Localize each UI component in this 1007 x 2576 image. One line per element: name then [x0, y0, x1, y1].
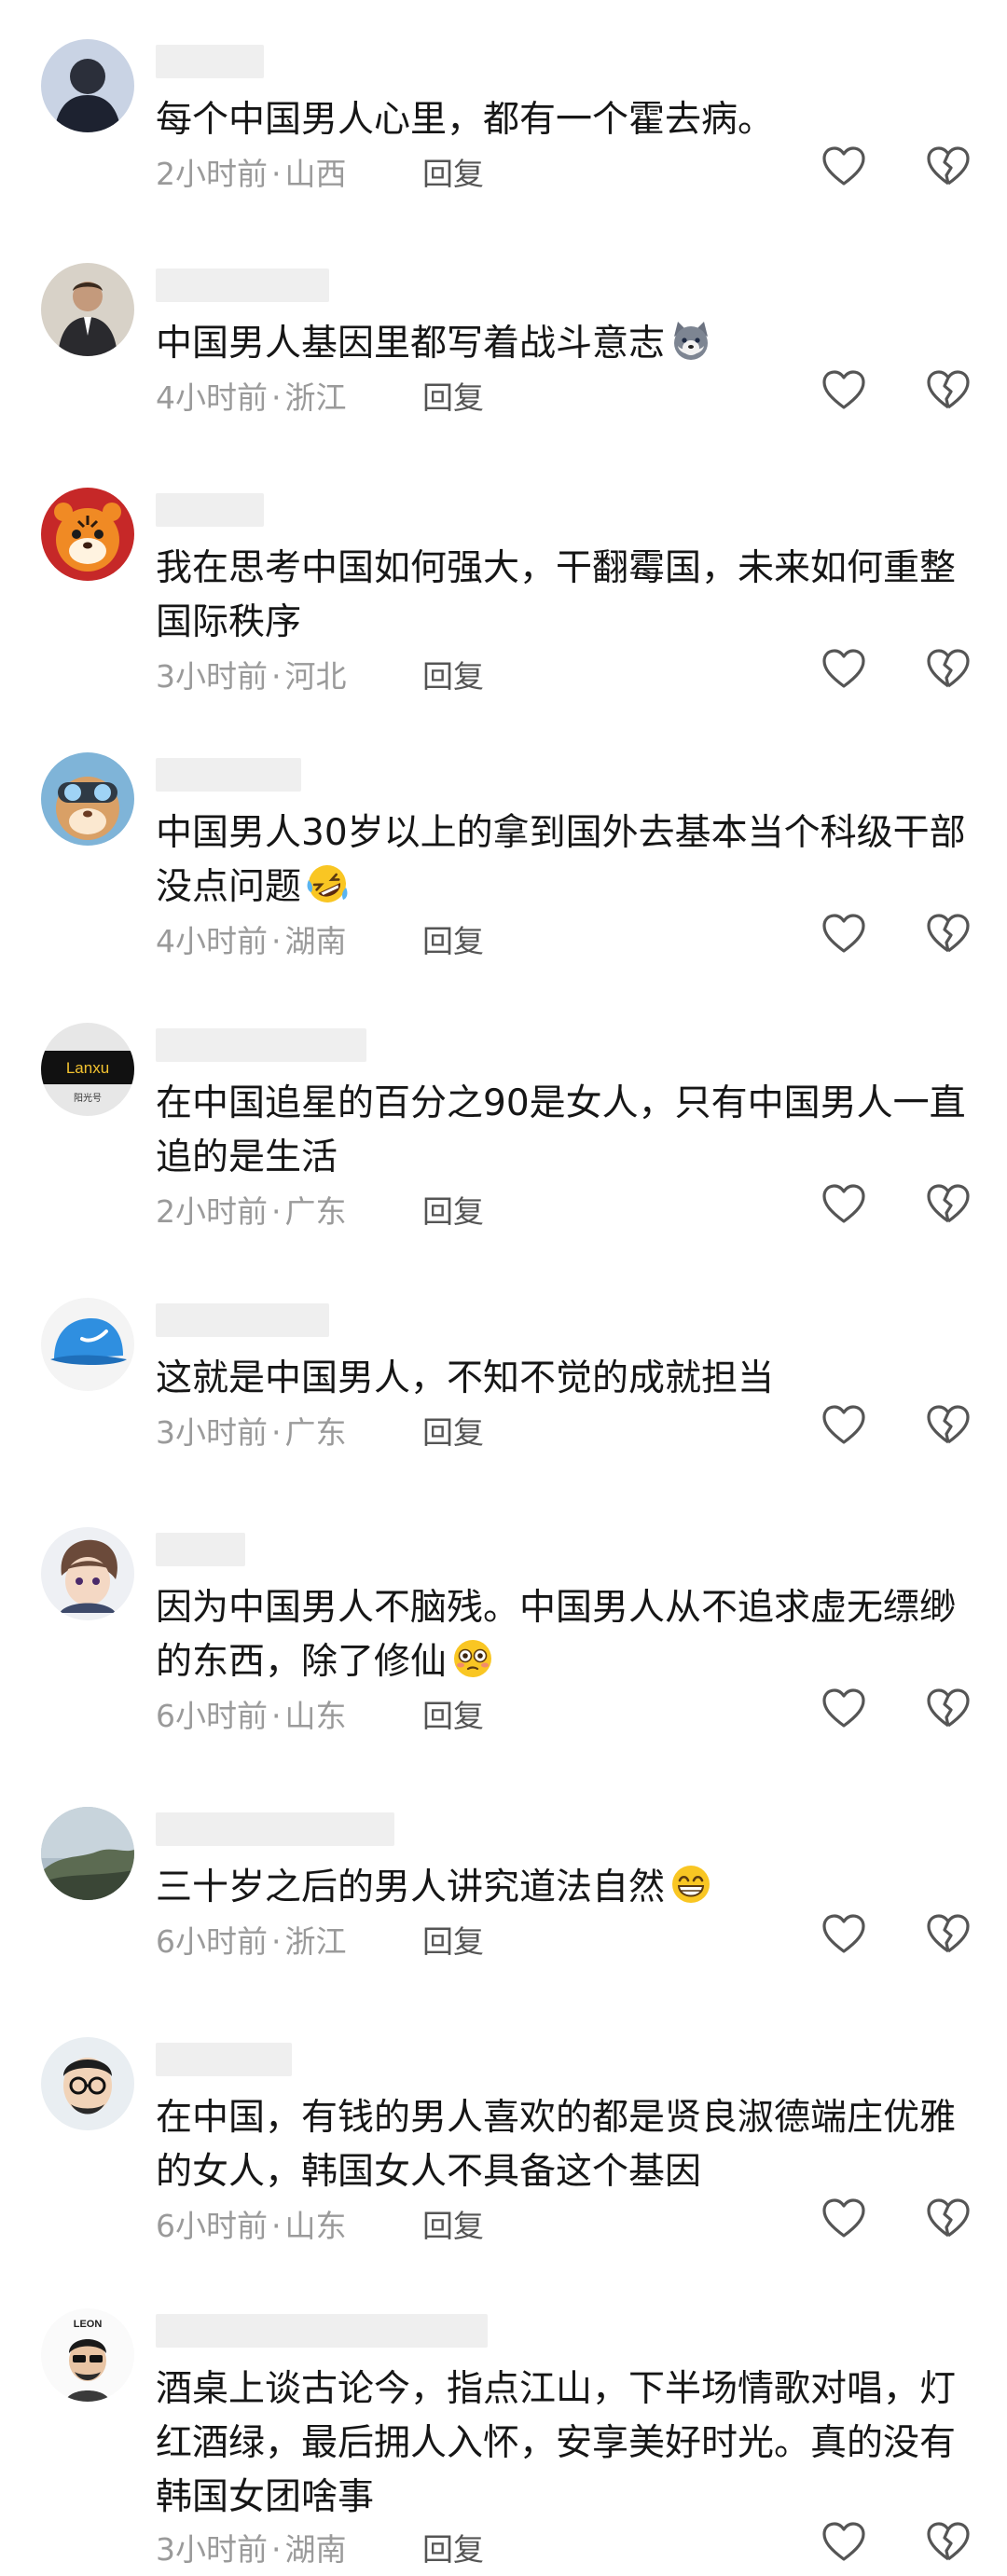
comment-time-location: 2小时前 · 山西 [156, 156, 347, 192]
avatar-tiger-mascot-icon [41, 488, 134, 581]
comment-time-location: 6小时前 · 浙江 [156, 1923, 347, 1960]
comment-time-location: 3小时前 · 河北 [156, 658, 347, 695]
comment-text: 三十岁之后的男人讲究道法自然 [156, 1861, 976, 1915]
grin-emoji-icon [669, 1862, 713, 1907]
svg-text:阳光号: 阳光号 [74, 1092, 102, 1104]
broken-heart-icon[interactable] [925, 1402, 972, 1449]
comment-time-location: 2小时前 · 广东 [156, 1193, 347, 1230]
avatar-lanxu-logo-icon: Lanxu 阳光号 [41, 1023, 134, 1116]
username-redacted [156, 758, 301, 792]
svg-text:Lanxu: Lanxu [66, 1059, 109, 1077]
comment-meta: 3小时前 · 广东 回复 [156, 1402, 976, 1451]
username-redacted [156, 2314, 488, 2348]
avatar[interactable] [41, 2037, 134, 2130]
reply-button[interactable]: 回复 [422, 1691, 484, 1736]
heart-icon[interactable] [821, 1181, 867, 1228]
avatar[interactable]: Lanxu 阳光号 [41, 1023, 134, 1116]
comment-text: 每个中国男人心里，都有一个霍去病。 [156, 99, 775, 141]
broken-heart-icon[interactable] [925, 1911, 972, 1958]
heart-icon[interactable] [821, 367, 867, 414]
avatar[interactable] [41, 1298, 134, 1391]
comment-time-location: 6小时前 · 山东 [156, 2208, 347, 2244]
avatar-misty-mountain-icon [41, 1807, 134, 1900]
reply-button[interactable]: 回复 [422, 652, 484, 696]
heart-icon[interactable] [821, 144, 867, 190]
comment-text: 这就是中国男人，不知不觉的成就担当 [156, 1357, 775, 1399]
username-redacted [156, 1303, 329, 1337]
reply-button[interactable]: 回复 [422, 1187, 484, 1232]
heart-icon[interactable] [821, 2196, 867, 2242]
reply-button[interactable]: 回复 [422, 2525, 484, 2569]
broken-heart-icon[interactable] [925, 646, 972, 693]
avatar[interactable] [41, 1527, 134, 1620]
comment-text: 酒桌上谈古论今，指点江山，下半场情歌对唱，灯红酒绿，最后拥人入怀，安享美好时光。… [156, 2368, 957, 2518]
broken-heart-icon[interactable] [925, 911, 972, 957]
avatar-dark-figure-icon [41, 39, 134, 132]
comment-meta: 4小时前 · 湖南 回复 [156, 911, 976, 959]
comment-time-location: 6小时前 · 山东 [156, 1698, 347, 1734]
avatar[interactable] [41, 488, 134, 581]
avatar-anime-character-icon [41, 1527, 134, 1620]
husky-emoji-icon [669, 318, 713, 363]
comment-meta: 2小时前 · 广东 回复 [156, 1181, 976, 1230]
heart-icon[interactable] [821, 1402, 867, 1449]
avatar[interactable]: LEON [41, 2308, 134, 2402]
comment-text: 在中国，有钱的男人喜欢的都是贤良淑德端庄优雅的女人，韩国女人不具备这个基因 [156, 2097, 957, 2193]
comment-meta: 3小时前 · 湖南 回复 [156, 2519, 976, 2569]
avatar-leon-cartoon-icon: LEON [41, 2308, 134, 2402]
comment-text: 我在思考中国如何强大，干翻霉国，未来如何重整国际秩序 [156, 547, 957, 643]
broken-heart-icon[interactable] [925, 2519, 972, 2566]
username-redacted [156, 269, 329, 302]
broken-heart-icon[interactable] [925, 144, 972, 190]
username-redacted [156, 45, 264, 78]
broken-heart-icon[interactable] [925, 2196, 972, 2242]
comment-meta: 6小时前 · 山东 回复 [156, 1686, 976, 1734]
comment-text: 因为中国男人不脑残。中国男人从不追求虚无缥缈的东西，除了修仙 [156, 1587, 957, 1683]
flushed-emoji-icon [450, 1636, 495, 1681]
heart-icon[interactable] [821, 1911, 867, 1958]
reply-button[interactable]: 回复 [422, 373, 484, 418]
comment-meta: 6小时前 · 浙江 回复 [156, 1911, 976, 1960]
comment-meta: 2小时前 · 山西 回复 [156, 144, 976, 192]
username-redacted [156, 1028, 366, 1062]
avatar-hamster-goggles-icon [41, 752, 134, 846]
username-redacted [156, 1812, 394, 1846]
avatar[interactable] [41, 263, 134, 356]
comment-list: 每个中国男人心里，都有一个霍去病。 2小时前 · 山西 回复 中国男人基因里都写着战… [0, 0, 1007, 2576]
heart-icon[interactable] [821, 646, 867, 693]
avatar[interactable] [41, 1807, 134, 1900]
comment-meta: 3小时前 · 河北 回复 [156, 646, 976, 696]
comment-text: 在中国追星的百分之90是女人，只有中国男人一直追的是生活 [156, 1082, 966, 1178]
username-redacted [156, 493, 264, 527]
reply-button[interactable]: 回复 [422, 1917, 484, 1962]
reply-button[interactable]: 回复 [422, 916, 484, 961]
reply-button[interactable]: 回复 [422, 149, 484, 194]
username-redacted [156, 2043, 292, 2076]
svg-text:LEON: LEON [74, 2319, 103, 2330]
comment-time-location: 3小时前 · 广东 [156, 1414, 347, 1451]
avatar-blue-cap-icon [41, 1298, 134, 1391]
rofl-emoji-icon [305, 861, 350, 906]
comment-time-location: 4小时前 · 浙江 [156, 379, 347, 416]
broken-heart-icon[interactable] [925, 1686, 972, 1732]
comment-text: 中国男人基因里都写着战斗意志 [156, 317, 976, 371]
avatar[interactable] [41, 752, 134, 846]
avatar-man-in-suit-icon [41, 263, 134, 356]
broken-heart-icon[interactable] [925, 1181, 972, 1228]
heart-icon[interactable] [821, 2519, 867, 2566]
comment-time-location: 4小时前 · 湖南 [156, 923, 347, 959]
heart-icon[interactable] [821, 911, 867, 957]
comment-time-location: 3小时前 · 湖南 [156, 2531, 347, 2568]
broken-heart-icon[interactable] [925, 367, 972, 414]
heart-icon[interactable] [821, 1686, 867, 1732]
comment-meta: 4小时前 · 浙江 回复 [156, 367, 976, 416]
comment-meta: 6小时前 · 山东 回复 [156, 2196, 976, 2244]
reply-button[interactable]: 回复 [422, 2201, 484, 2246]
avatar[interactable] [41, 39, 134, 132]
comment-text: 中国男人30岁以上的拿到国外去基本当个科级干部没点问题 [156, 812, 966, 908]
avatar-man-glasses-icon [41, 2037, 134, 2130]
username-redacted [156, 1533, 245, 1566]
reply-button[interactable]: 回复 [422, 1408, 484, 1453]
